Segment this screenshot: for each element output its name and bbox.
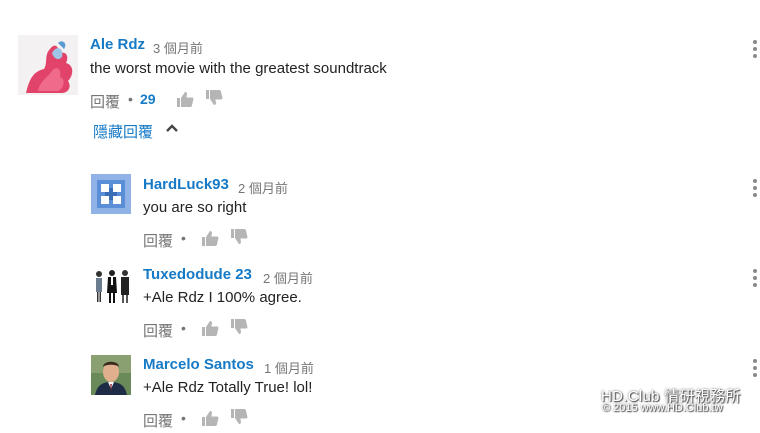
reply-button[interactable]: 回覆 (143, 320, 173, 341)
comment-author[interactable]: Ale Rdz (90, 36, 145, 53)
separator-dot: • (128, 91, 133, 107)
chevron-up-icon[interactable] (165, 123, 179, 133)
comment-timestamp[interactable]: 3 個月前 (153, 38, 203, 57)
more-options-icon[interactable] (753, 179, 757, 197)
separator-dot: • (181, 320, 186, 336)
comment-author[interactable]: HardLuck93 (143, 176, 229, 193)
thumbs-down-icon[interactable] (230, 228, 248, 246)
watermark-copyright: © 2015 www.HD.Club.tw (602, 402, 723, 414)
thumbs-down-icon[interactable] (230, 408, 248, 426)
comment-text: +Ale Rdz I 100% agree. (143, 289, 302, 306)
comment-text: +Ale Rdz Totally True! lol! (143, 379, 313, 396)
thumbs-up-icon[interactable] (201, 319, 219, 337)
separator-dot: • (181, 410, 186, 426)
thumbs-up-icon[interactable] (201, 409, 219, 427)
comment-timestamp[interactable]: 2 個月前 (238, 178, 288, 197)
reply-comment: Tuxedodude 23 2 個月前 +Ale Rdz I 100% agre… (0, 255, 760, 345)
comment-text: you are so right (143, 199, 247, 216)
comment-timestamp[interactable]: 2 個月前 (263, 268, 313, 287)
thumbs-down-icon[interactable] (230, 318, 248, 336)
comment-timestamp[interactable]: 1 個月前 (264, 358, 314, 377)
thumbs-down-icon[interactable] (205, 89, 223, 107)
reply-button[interactable]: 回覆 (143, 230, 173, 251)
more-options-icon[interactable] (753, 40, 757, 58)
more-options-icon[interactable] (753, 269, 757, 287)
ink-cloud-avatar[interactable] (18, 35, 78, 95)
comment-author[interactable]: Tuxedodude 23 (143, 266, 252, 283)
comment-text: the worst movie with the greatest soundt… (90, 60, 387, 77)
blue-pattern-avatar[interactable] (91, 174, 131, 214)
comment-author[interactable]: Marcelo Santos (143, 356, 254, 373)
hide-replies-link[interactable]: 隱藏回覆 (93, 121, 153, 142)
more-options-icon[interactable] (753, 359, 757, 377)
reply-button[interactable]: 回覆 (90, 91, 120, 112)
like-count: 29 (140, 91, 156, 107)
figures-avatar[interactable] (91, 265, 131, 305)
comment-top-level: Ale Rdz 3 個月前 the worst movie with the g… (0, 0, 760, 160)
photo-avatar[interactable] (91, 355, 131, 395)
thumbs-up-icon[interactable] (201, 229, 219, 247)
reply-comment: HardLuck93 2 個月前 you are so right 回覆 • (0, 165, 760, 255)
separator-dot: • (181, 230, 186, 246)
thumbs-up-icon[interactable] (176, 90, 194, 108)
reply-button[interactable]: 回覆 (143, 410, 173, 431)
